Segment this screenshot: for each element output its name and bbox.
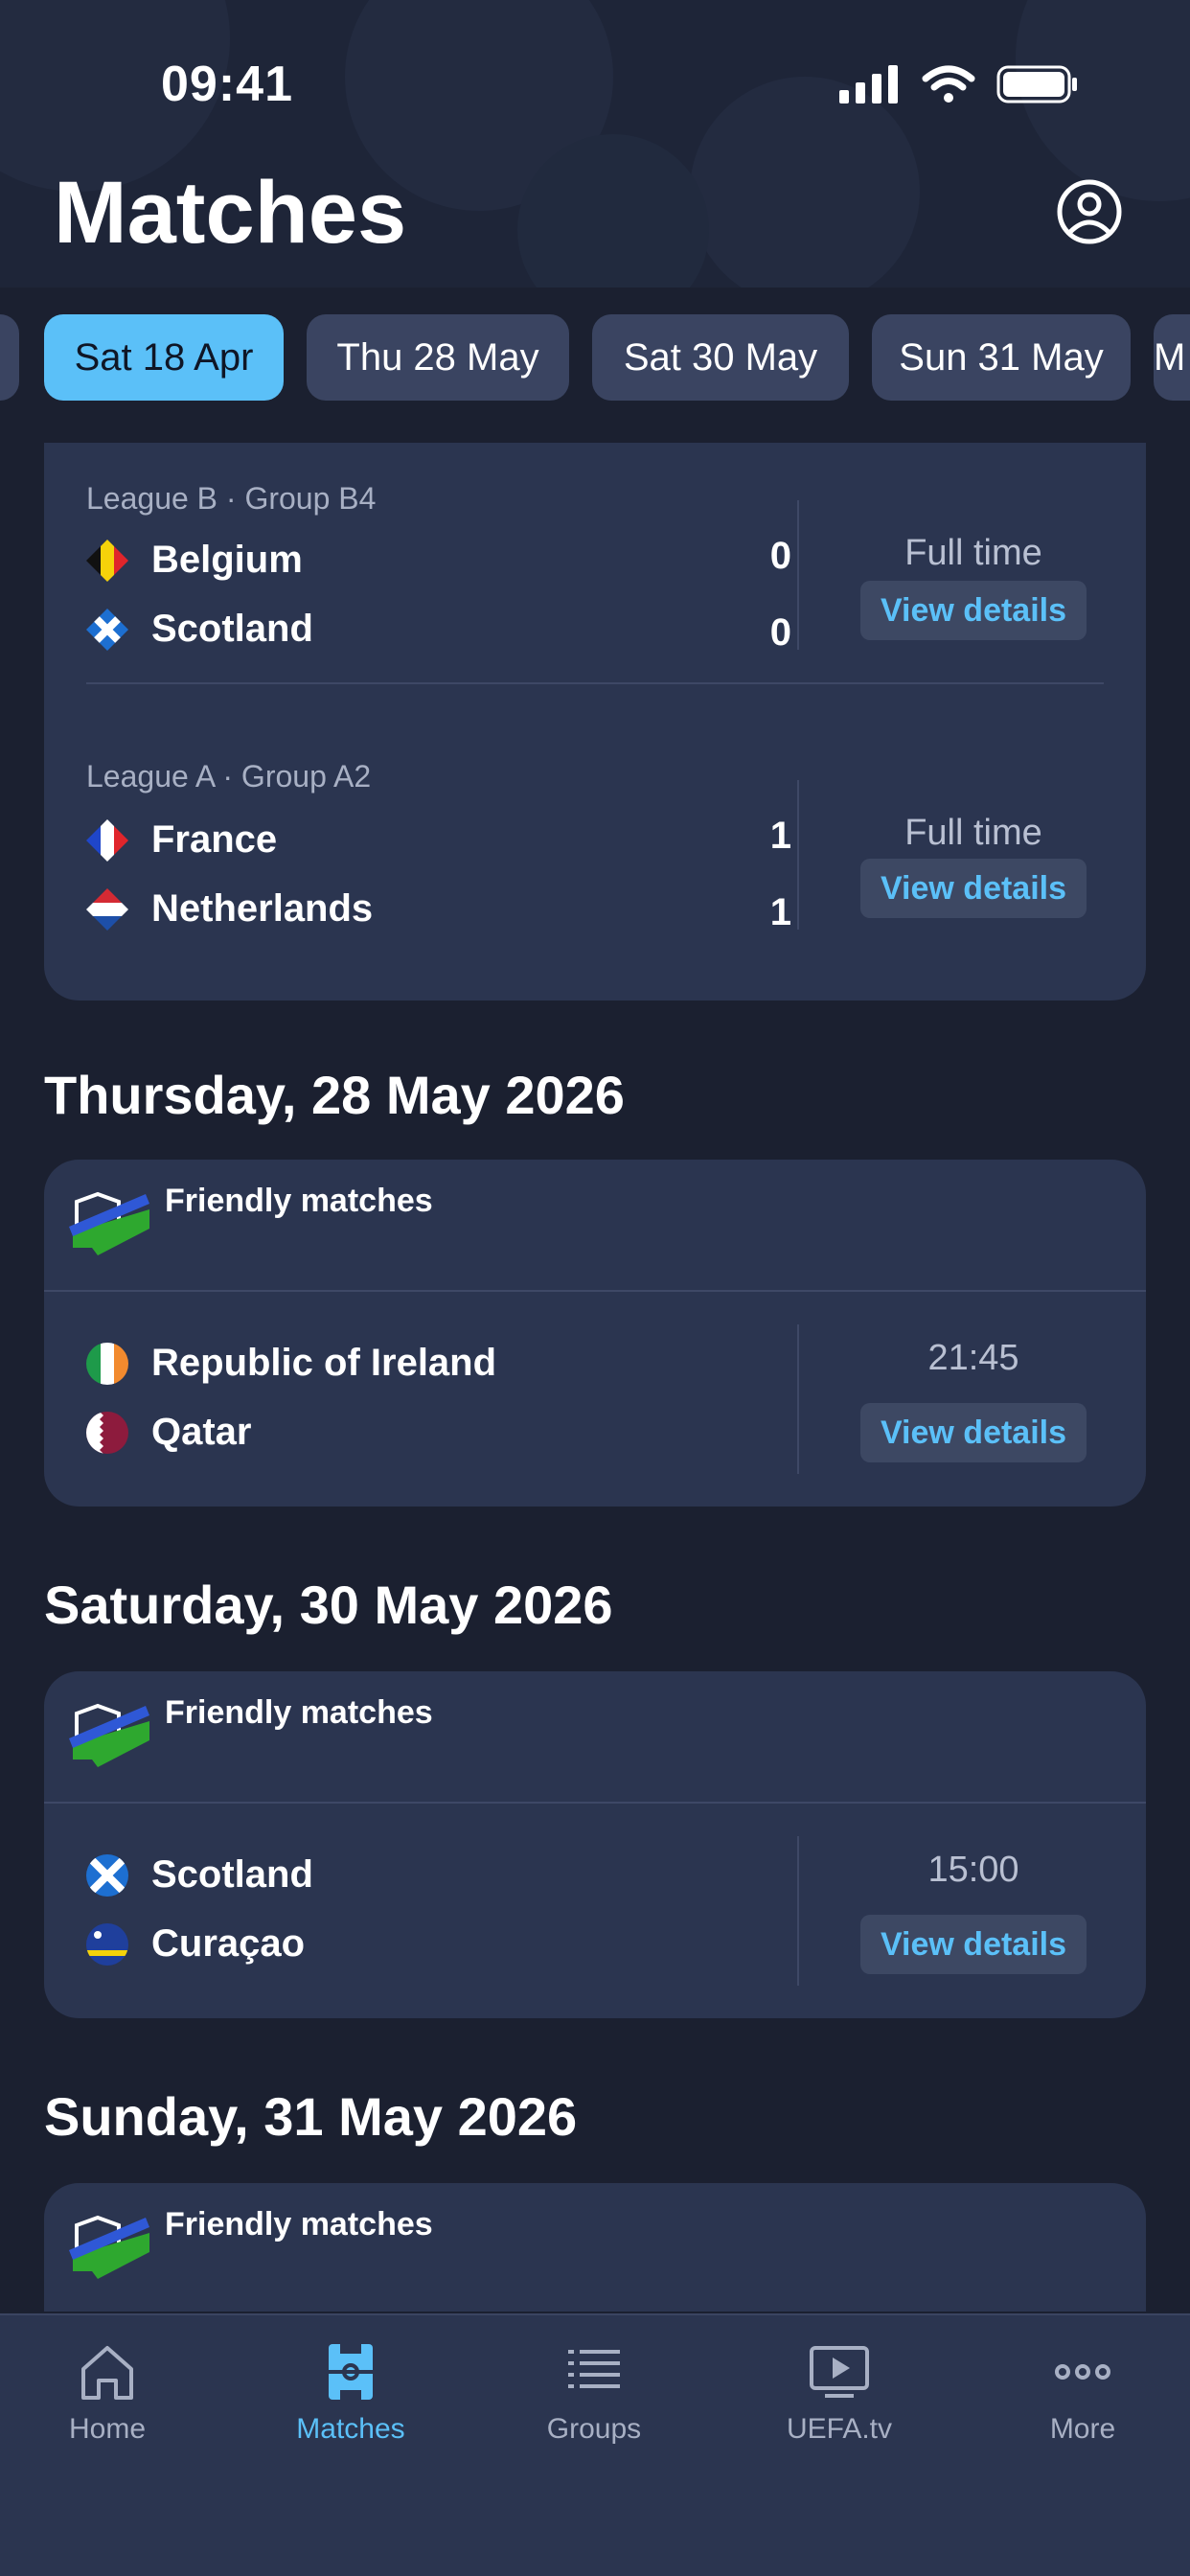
team-row-away: Netherlands xyxy=(86,887,373,931)
match-status: Full time xyxy=(904,813,1042,853)
nav-item-matches[interactable]: Matches xyxy=(245,2338,456,2446)
nav-label: Groups xyxy=(546,2413,642,2445)
battery-icon xyxy=(996,65,1077,104)
status-icons xyxy=(839,65,1079,104)
profile-icon[interactable] xyxy=(1056,178,1123,245)
nav-item-more[interactable]: More xyxy=(977,2338,1188,2446)
score-home: 1 xyxy=(769,815,791,857)
page-title: Matches xyxy=(54,164,407,262)
match-status: Full time xyxy=(904,533,1042,573)
date-tab-thu-28-may[interactable]: Thu 28 May xyxy=(307,314,569,401)
cellular-signal-icon xyxy=(839,65,898,104)
nav-item-groups[interactable]: Groups xyxy=(489,2338,699,2446)
group-label: League A · Group A2 xyxy=(86,759,372,794)
match-card-sun-31-may: Friendly matches xyxy=(44,2183,1146,2312)
date-tab-sat-30-may[interactable]: Sat 30 May xyxy=(592,314,849,401)
kickoff-time: 21:45 xyxy=(927,1338,1019,1378)
card-divider xyxy=(44,1802,1146,1804)
status-time: 09:41 xyxy=(161,57,293,112)
status-bar: 09:41 xyxy=(0,0,1190,172)
matches-list[interactable]: League B · Group B4 Belgium 0 Scotland 0… xyxy=(0,443,1190,2312)
bottom-navigation: Home Matches Groups UEFA.tv More xyxy=(0,2313,1190,2576)
friendly-matches-logo-icon xyxy=(69,1703,149,1767)
team-name: Scotland xyxy=(151,1853,313,1896)
nav-label: Home xyxy=(68,2413,147,2445)
team-name: France xyxy=(151,818,278,861)
pitch-icon xyxy=(329,2344,373,2400)
nav-label: More xyxy=(1049,2413,1116,2445)
nav-item-uefa-tv[interactable]: UEFA.tv xyxy=(734,2338,945,2446)
view-details-button[interactable]: View details xyxy=(860,1403,1087,1462)
team-row-home: Belgium xyxy=(86,539,303,582)
list-icon xyxy=(568,2350,620,2388)
day-heading: Saturday, 30 May 2026 xyxy=(44,1575,613,1635)
team-name: Republic of Ireland xyxy=(151,1342,497,1384)
date-tab-sun-31-may[interactable]: Sun 31 May xyxy=(872,314,1131,401)
team-name: Netherlands xyxy=(151,887,374,930)
team-row-home: Scotland xyxy=(86,1853,313,1897)
team-name: Belgium xyxy=(151,539,303,581)
competition-title: Friendly matches xyxy=(165,2206,433,2242)
belgium-flag-icon xyxy=(86,539,128,582)
date-tab-previous[interactable] xyxy=(0,314,19,401)
scotland-flag-icon xyxy=(86,608,128,651)
team-name: Scotland xyxy=(151,608,313,650)
friendly-matches-logo-icon xyxy=(69,2215,149,2279)
view-details-button[interactable]: View details xyxy=(860,859,1087,918)
wifi-icon xyxy=(922,65,975,103)
score-away: 1 xyxy=(769,891,791,933)
match-divider xyxy=(797,1324,799,1474)
home-icon xyxy=(81,2346,133,2400)
match-card-sat-30-may: Friendly matches Scotland Curaçao 15:00 … xyxy=(44,1671,1146,2018)
match-divider xyxy=(797,1836,799,1986)
date-tab-sat-18-apr[interactable]: Sat 18 Apr xyxy=(44,314,284,401)
match-card-thu-28-may: Friendly matches Republic of Ireland Qat… xyxy=(44,1160,1146,1506)
score-home: 0 xyxy=(769,535,791,577)
nav-label: UEFA.tv xyxy=(786,2413,893,2445)
team-name: Curaçao xyxy=(151,1922,306,1965)
curacao-flag-icon xyxy=(86,1922,128,1966)
score-away: 0 xyxy=(769,611,791,654)
nav-item-home[interactable]: Home xyxy=(2,2338,213,2446)
france-flag-icon xyxy=(86,818,128,862)
day-heading: Sunday, 31 May 2026 xyxy=(44,2086,578,2147)
friendly-matches-logo-icon xyxy=(69,1191,149,1255)
netherlands-flag-icon xyxy=(86,887,128,931)
ireland-flag-icon xyxy=(86,1342,128,1385)
team-row-home: France xyxy=(86,818,277,862)
more-dots-icon xyxy=(1055,2364,1110,2380)
qatar-flag-icon xyxy=(86,1411,128,1454)
view-details-button[interactable]: View details xyxy=(860,1915,1087,1974)
match-divider xyxy=(797,500,799,650)
match-divider xyxy=(797,780,799,930)
play-screen-icon xyxy=(810,2346,869,2398)
team-name: Qatar xyxy=(151,1411,252,1453)
team-row-home: Republic of Ireland xyxy=(86,1342,496,1385)
card-divider xyxy=(44,1290,1146,1292)
team-row-away: Curaçao xyxy=(86,1922,305,1966)
competition-title: Friendly matches xyxy=(165,1183,433,1219)
date-tab-next[interactable]: M xyxy=(1154,314,1190,401)
nav-label: Matches xyxy=(296,2413,405,2445)
competition-title: Friendly matches xyxy=(165,1694,433,1731)
team-row-away: Scotland xyxy=(86,608,313,651)
kickoff-time: 15:00 xyxy=(927,1850,1019,1890)
day-heading: Thursday, 28 May 2026 xyxy=(44,1065,625,1125)
view-details-button[interactable]: View details xyxy=(860,581,1087,640)
match-card-sat-18-apr: League B · Group B4 Belgium 0 Scotland 0… xyxy=(44,443,1146,1000)
card-divider xyxy=(86,682,1104,684)
date-tabs: Sat 18 Apr Thu 28 May Sat 30 May Sun 31 … xyxy=(0,314,1190,401)
scotland-flag-icon xyxy=(86,1853,128,1897)
group-label: League B · Group B4 xyxy=(86,481,377,516)
team-row-away: Qatar xyxy=(86,1411,252,1454)
